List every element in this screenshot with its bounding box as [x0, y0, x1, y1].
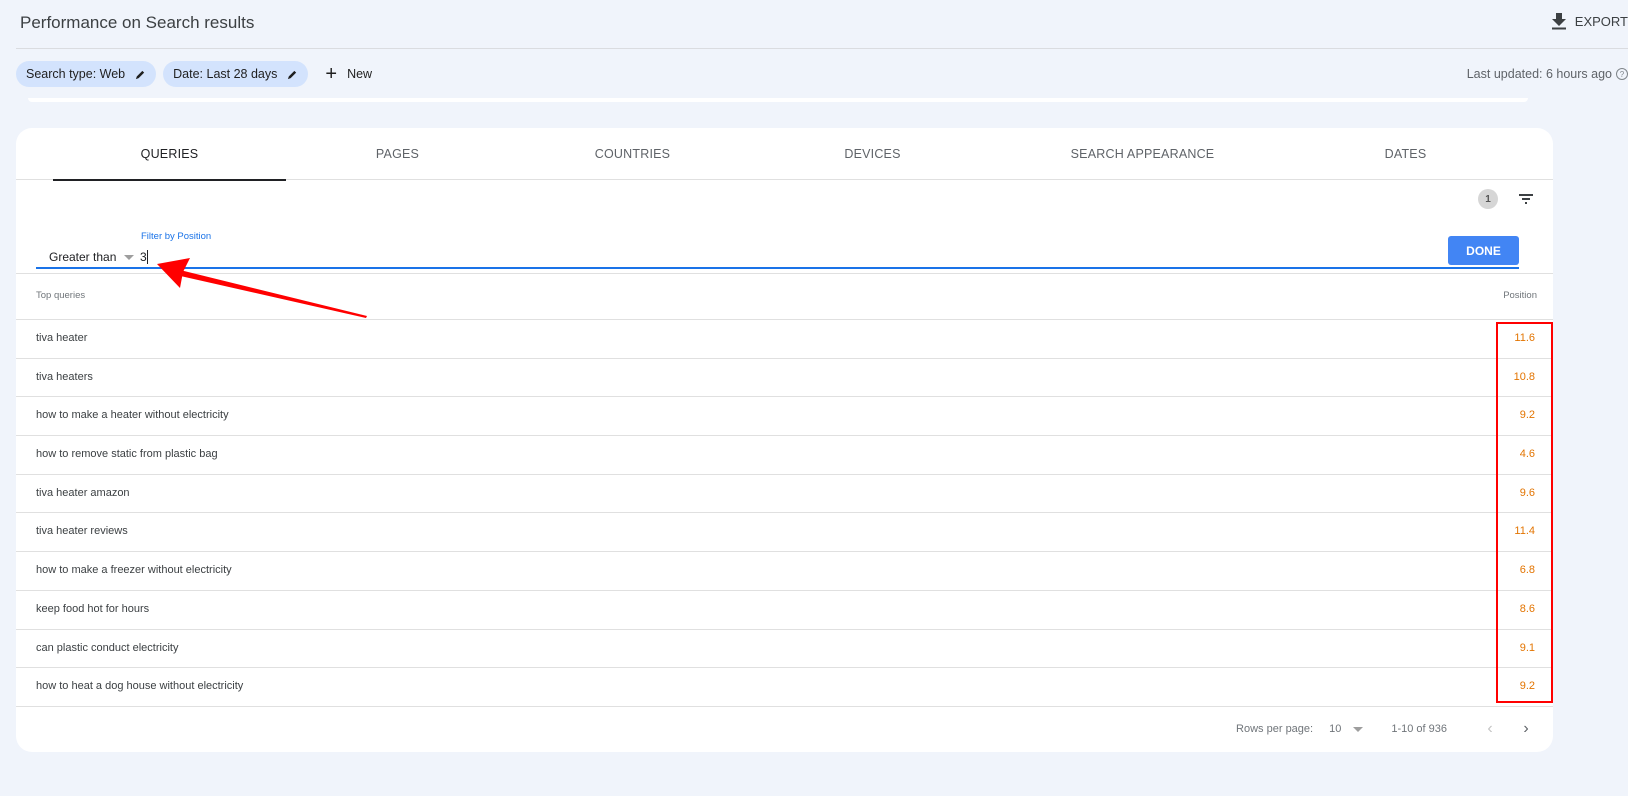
rows-per-page-select[interactable]: 10 [1329, 723, 1364, 735]
header-divider [16, 48, 1628, 49]
table-row[interactable]: how to heat a dog house without electric… [16, 668, 1553, 707]
column-header-position[interactable]: Position [1503, 290, 1537, 301]
position-cell: 8.6 [1519, 602, 1535, 615]
dimension-tabs: QUERIES PAGES COUNTRIES DEVICES SEARCH A… [16, 128, 1553, 181]
filter-bar: Search type: Web Date: Last 28 days + Ne… [16, 61, 372, 87]
table-row[interactable]: tiva heater amazon 9.6 [16, 475, 1553, 514]
new-label: New [347, 67, 373, 81]
table-row[interactable]: tiva heater reviews 11.4 [16, 513, 1553, 553]
position-cell: 9.1 [1519, 641, 1535, 654]
export-label: EXPORT [1574, 13, 1628, 29]
query-cell: keep food hot for hours [36, 602, 150, 615]
rows-per-page-label: Rows per page: [1236, 723, 1314, 735]
position-cell: 9.2 [1519, 409, 1535, 422]
table-row[interactable]: tiva heaters 10.8 [16, 359, 1553, 398]
table-row[interactable]: tiva heater 11.6 [16, 320, 1553, 359]
position-cell: 9.2 [1519, 680, 1535, 693]
chevron-left-icon[interactable]: ‹ [1477, 720, 1503, 738]
results-card: QUERIES PAGES COUNTRIES DEVICES SEARCH A… [16, 128, 1553, 752]
tab-search-appearance[interactable]: SEARCH APPEARANCE [1026, 128, 1259, 180]
page-range: 1-10 of 936 [1391, 723, 1447, 735]
query-cell: how to make a heater without electricity [36, 409, 229, 422]
table-row[interactable]: can plastic conduct electricity 9.1 [16, 630, 1553, 669]
table-row[interactable]: how to remove static from plastic bag 4.6 [16, 436, 1553, 475]
table-row[interactable]: keep food hot for hours 8.6 [16, 591, 1553, 630]
query-cell: tiva heater amazon [36, 486, 130, 499]
filter-field-label: Filter by Position [141, 231, 212, 242]
tab-pages[interactable]: PAGES [286, 128, 509, 180]
dropdown-caret-icon [124, 254, 135, 260]
new-filter-button[interactable]: + New [325, 64, 372, 84]
input-underline [36, 267, 1519, 269]
column-header-query[interactable]: Top queries [36, 290, 85, 301]
table-row[interactable]: how to make a freezer without electricit… [16, 552, 1553, 591]
tab-countries[interactable]: COUNTRIES [516, 128, 749, 180]
header: Performance on Search results EXPORT [0, 0, 1628, 48]
query-cell: how to remove static from plastic bag [36, 448, 218, 461]
query-cell: tiva heater [36, 332, 88, 344]
last-updated-text: Last updated: 6 hours ago [1466, 67, 1612, 81]
query-cell: can plastic conduct electricity [36, 641, 179, 654]
query-cell: tiva heater reviews [36, 525, 128, 538]
tab-dates[interactable]: DATES [1289, 128, 1522, 180]
tab-queries[interactable]: QUERIES [53, 128, 286, 181]
done-button[interactable]: DONE [1448, 236, 1519, 265]
operator-select[interactable]: Greater than [49, 250, 135, 264]
position-cell: 11.6 [1514, 332, 1535, 344]
pagination: Rows per page: 10 1-10 of 936 ‹ › [1236, 714, 1553, 744]
download-icon [1551, 13, 1566, 30]
chevron-right-icon[interactable]: › [1513, 720, 1539, 738]
position-cell: 10.8 [1513, 370, 1535, 383]
edit-icon [288, 70, 297, 79]
position-cell: 4.6 [1519, 448, 1535, 461]
help-icon[interactable]: ? [1616, 68, 1628, 80]
page-title: Performance on Search results [20, 13, 255, 32]
filter-list-icon[interactable] [1517, 190, 1535, 208]
dropdown-caret-icon [1353, 726, 1364, 732]
position-cell: 9.6 [1519, 486, 1535, 499]
table-header: Top queries Position [16, 274, 1553, 320]
table-row[interactable]: how to make a heater without electricity… [16, 397, 1553, 437]
table-body: tiva heater 11.6 tiva heaters 10.8 how to … [16, 320, 1553, 707]
chart-card-edge [28, 98, 1528, 102]
chip-label: Date: Last 28 days [173, 67, 278, 81]
rows-per-page-value: 10 [1329, 723, 1342, 735]
last-updated: Last updated: 6 hours ago ? [1467, 67, 1628, 81]
chip-label: Search type: Web [26, 67, 126, 81]
operator-value: Greater than [49, 250, 117, 264]
tab-devices[interactable]: DEVICES [756, 128, 989, 180]
active-filter-count: 1 [1478, 189, 1498, 209]
plus-icon: + [325, 63, 338, 85]
query-cell: how to heat a dog house without electric… [36, 680, 244, 693]
query-cell: how to make a freezer without electricit… [36, 564, 232, 577]
query-cell: tiva heaters [36, 370, 93, 383]
text-cursor [147, 250, 148, 264]
search-type-chip[interactable]: Search type: Web [16, 61, 157, 87]
position-cell: 11.4 [1514, 525, 1535, 538]
position-filter-input[interactable] [140, 246, 1440, 268]
export-button[interactable]: EXPORT [1551, 12, 1628, 30]
position-cell: 6.8 [1519, 564, 1535, 577]
date-chip[interactable]: Date: Last 28 days [163, 61, 309, 87]
edit-icon [136, 70, 145, 79]
